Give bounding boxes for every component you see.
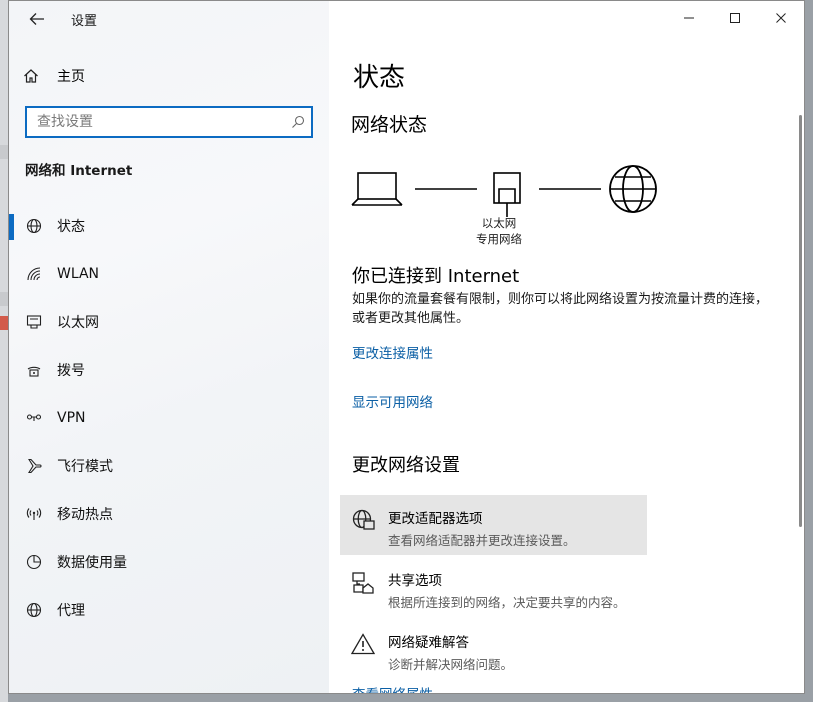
sidebar-item-dialup[interactable]: 拨号 bbox=[9, 346, 329, 394]
sidebar-item-wlan[interactable]: WLAN bbox=[9, 250, 329, 298]
sidebar-item-label: 移动热点 bbox=[57, 507, 113, 523]
sidebar-item-airplane-mode[interactable]: 飞行模式 bbox=[9, 442, 329, 490]
home-label: 主页 bbox=[57, 69, 85, 85]
background-desktop bbox=[0, 0, 8, 702]
dialup-icon bbox=[25, 361, 43, 379]
option-title: 共享选项 bbox=[388, 573, 442, 589]
option-description: 查看网络适配器并更改连接设置。 bbox=[388, 533, 576, 548]
sidebar-item-vpn[interactable]: VPN bbox=[9, 394, 329, 442]
adapter-icon bbox=[350, 509, 376, 531]
sidebar-item-status[interactable]: 状态 bbox=[9, 202, 329, 250]
internet-globe-icon bbox=[609, 165, 657, 213]
title-bar: 设置 bbox=[9, 1, 329, 37]
sidebar-item-proxy[interactable]: 代理 bbox=[9, 586, 329, 634]
option-adapter[interactable]: 更改适配器选项 查看网络适配器并更改连接设置。 bbox=[340, 495, 647, 555]
sidebar-item-label: 代理 bbox=[57, 603, 85, 619]
vpn-icon bbox=[25, 409, 43, 427]
back-button[interactable] bbox=[23, 7, 51, 31]
sidebar-item-label: 拨号 bbox=[57, 363, 85, 379]
ethernet-icon bbox=[25, 313, 43, 331]
sidebar-item-label: 状态 bbox=[57, 219, 85, 235]
option-description: 根据所连接到的网络，决定要共享的内容。 bbox=[388, 595, 626, 610]
globe-icon bbox=[25, 601, 43, 619]
ethernet-port-icon bbox=[493, 172, 521, 217]
show-available-networks-link[interactable]: 显示可用网络 bbox=[352, 391, 433, 411]
connected-title: 你已连接到 Internet bbox=[352, 266, 520, 287]
window-title: 设置 bbox=[71, 14, 98, 29]
arrow-left-icon bbox=[29, 13, 44, 25]
sidebar-item-data-usage[interactable]: 数据使用量 bbox=[9, 538, 329, 586]
sidebar-item-label: 以太网 bbox=[57, 315, 99, 331]
sidebar-item-label: WLAN bbox=[57, 266, 100, 282]
globe-icon bbox=[25, 217, 43, 235]
laptop-icon bbox=[351, 172, 403, 206]
option-troubleshoot[interactable]: 网络疑难解答 诊断并解决网络问题。 bbox=[340, 619, 647, 679]
sidebar-item-label: VPN bbox=[57, 410, 86, 426]
sidebar-item-ethernet[interactable]: 以太网 bbox=[9, 298, 329, 346]
main-content: 状态 网络状态 以太网 专用网络 你已连接到 Internet 如果你的流量套餐… bbox=[329, 1, 804, 693]
option-title: 网络疑难解答 bbox=[388, 635, 469, 651]
wifi-icon bbox=[25, 265, 43, 283]
change-settings-heading: 更改网络设置 bbox=[352, 455, 460, 476]
network-type: 专用网络 bbox=[476, 232, 522, 246]
background-window-edge bbox=[0, 316, 8, 330]
sidebar-nav: 状态 WLAN 以太网 拨号 VPN 飞行模式 移动热点 数据使用量 代理 bbox=[9, 202, 329, 634]
option-sharing[interactable]: 共享选项 根据所连接到的网络，决定要共享的内容。 bbox=[340, 557, 647, 617]
sidebar: 设置 主页 网络和 Internet 状态 bbox=[9, 1, 329, 693]
option-title: 更改适配器选项 bbox=[388, 511, 483, 527]
warning-icon bbox=[350, 633, 376, 655]
sidebar-item-label: 飞行模式 bbox=[57, 459, 113, 475]
scrollbar[interactable] bbox=[799, 115, 802, 527]
search-input[interactable] bbox=[27, 108, 285, 136]
home-icon bbox=[24, 69, 38, 83]
sidebar-item-label: 数据使用量 bbox=[57, 555, 127, 571]
adapter-name: 以太网 bbox=[481, 216, 517, 230]
sharing-icon bbox=[350, 571, 376, 595]
data-usage-icon bbox=[25, 553, 43, 571]
option-description: 诊断并解决网络问题。 bbox=[388, 657, 514, 672]
settings-window: 设置 主页 网络和 Internet 状态 bbox=[8, 0, 805, 694]
airplane-icon bbox=[25, 457, 43, 475]
view-network-properties-link[interactable]: 查看网络属性 bbox=[352, 683, 433, 693]
background-window-edge bbox=[0, 292, 8, 306]
page-title: 状态 bbox=[353, 63, 406, 93]
connected-description: 如果你的流量套餐有限制，则你可以将此网络设置为按流量计费的连接，或者更改其他属性… bbox=[352, 292, 769, 326]
section-title: 网络和 Internet bbox=[25, 163, 133, 179]
search-icon[interactable] bbox=[285, 115, 311, 129]
sidebar-item-mobile-hotspot[interactable]: 移动热点 bbox=[9, 490, 329, 538]
hotspot-icon bbox=[25, 505, 43, 523]
sidebar-item-home[interactable]: 主页 bbox=[23, 63, 85, 89]
background-window-edge bbox=[0, 145, 8, 159]
network-status-heading: 网络状态 bbox=[351, 114, 428, 136]
search-box bbox=[25, 106, 313, 138]
diagram-label: 以太网 专用网络 bbox=[469, 215, 529, 247]
change-connection-properties-link[interactable]: 更改连接属性 bbox=[352, 342, 433, 362]
